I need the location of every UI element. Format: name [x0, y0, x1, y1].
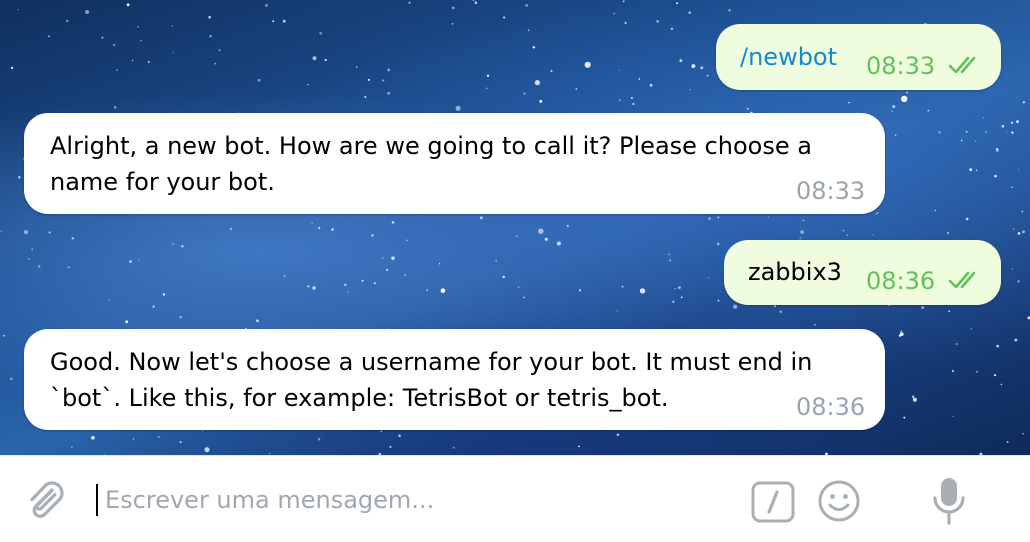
message-text-line: Good. Now let's choose a username for yo… [50, 348, 813, 376]
message-history[interactable]: /newbot 08:33 Alright, a new bot. How ar… [0, 0, 1030, 455]
double-check-icon [948, 56, 976, 74]
message-text-line: `bot`. Like this, for example: TetrisBot… [50, 384, 669, 412]
message-input-placeholder: Escrever uma mensagem... [105, 486, 435, 514]
message-incoming[interactable]: Good. Now let's choose a username for yo… [24, 329, 885, 430]
message-time: 08:33 [866, 52, 936, 80]
message-text: zabbix3 [748, 258, 842, 286]
slash-commands-icon[interactable] [750, 480, 796, 524]
message-composer: Escrever uma mensagem... [0, 455, 1030, 542]
double-check-icon [948, 271, 976, 289]
chat-window: /newbot 08:33 Alright, a new bot. How ar… [0, 0, 1030, 542]
message-outgoing[interactable]: /newbot 08:33 [716, 24, 1001, 90]
message-time: 08:33 [796, 177, 866, 205]
message-outgoing[interactable]: zabbix3 08:36 [724, 240, 1001, 305]
message-text-line: name for your bot. [50, 168, 275, 196]
smiley-icon[interactable] [816, 478, 862, 524]
text-caret [96, 484, 98, 516]
paperclip-icon[interactable] [22, 476, 70, 524]
message-text-line: Alright, a new bot. How are we going to … [50, 132, 812, 160]
message-time: 08:36 [866, 267, 936, 295]
message-input[interactable]: Escrever uma mensagem... [96, 480, 716, 520]
message-time: 08:36 [796, 393, 866, 421]
microphone-icon[interactable] [926, 474, 972, 528]
message-incoming[interactable]: Alright, a new bot. How are we going to … [24, 113, 885, 214]
bot-command-link[interactable]: /newbot [740, 39, 837, 75]
